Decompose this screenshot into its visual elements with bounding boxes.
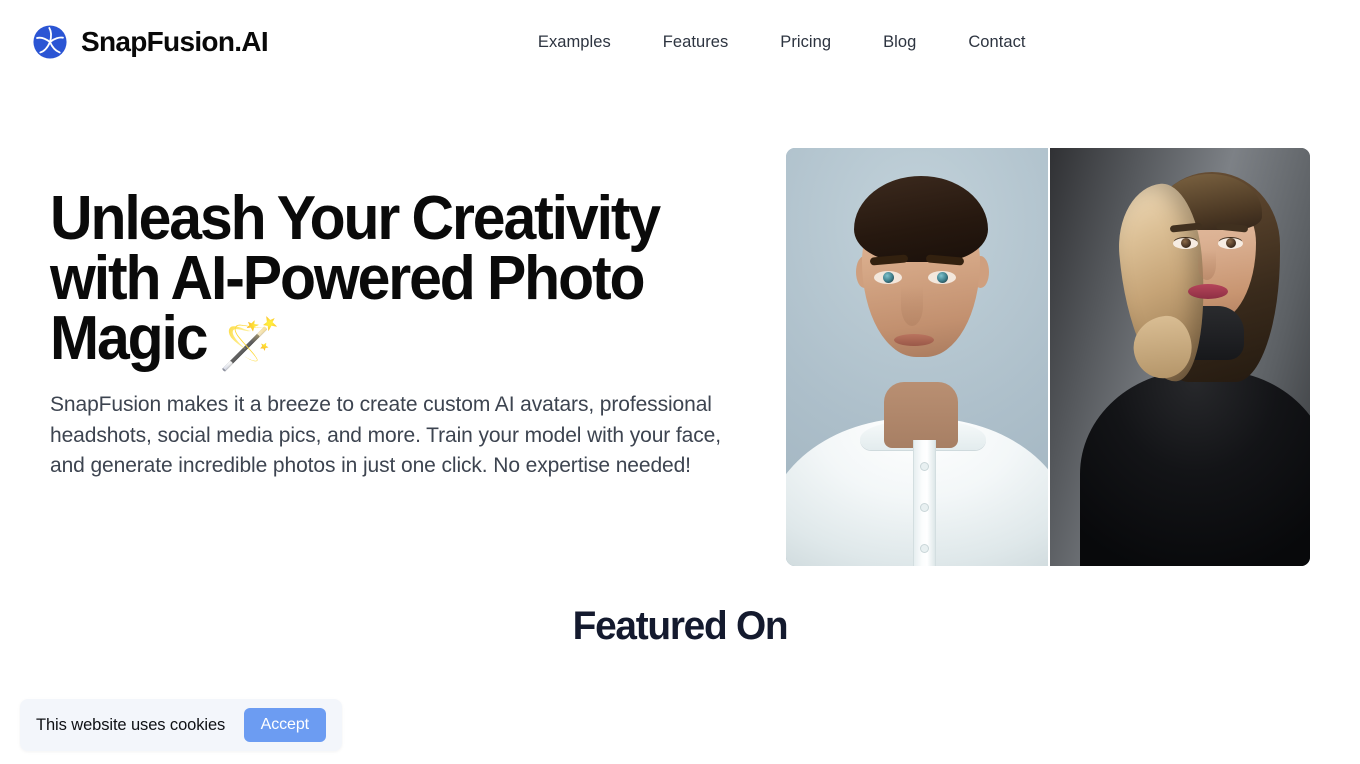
- nav-link-blog[interactable]: Blog: [883, 33, 916, 52]
- brand-logo-link[interactable]: SnapFusion.AI: [32, 24, 269, 60]
- portrait-left: [786, 148, 1048, 566]
- nav-link-examples[interactable]: Examples: [538, 33, 611, 52]
- hero-copy: Unleash Your Creativity with AI-Powered …: [50, 188, 740, 482]
- featured-section: Featured On: [0, 604, 1360, 649]
- hero-title-line-3: Magic: [50, 304, 209, 373]
- magic-wand-icon: 🪄: [218, 316, 281, 372]
- hero-title-line-2: with AI-Powered Photo: [50, 244, 645, 313]
- portrait-right: [1048, 148, 1310, 566]
- cookie-banner: This website uses cookies Accept: [20, 699, 342, 751]
- cookie-accept-button[interactable]: Accept: [243, 708, 326, 742]
- nav-link-features[interactable]: Features: [663, 33, 729, 52]
- main-nav: Examples Features Pricing Blog Contact: [538, 33, 1026, 52]
- hero-subtitle: SnapFusion makes it a breeze to create c…: [50, 393, 721, 477]
- brand-name: SnapFusion.AI: [81, 26, 269, 57]
- page-title: Unleash Your Creativity with AI-Powered …: [50, 188, 706, 374]
- nav-link-pricing[interactable]: Pricing: [780, 33, 831, 52]
- site-header: SnapFusion.AI Examples Features Pricing …: [0, 0, 1360, 84]
- nav-link-contact[interactable]: Contact: [968, 33, 1025, 52]
- hero-image-divider: [1048, 148, 1050, 566]
- cookie-banner-message: This website uses cookies: [36, 715, 226, 734]
- featured-title: Featured On: [572, 604, 789, 648]
- camera-aperture-icon: [32, 24, 68, 60]
- hero-image: [786, 148, 1310, 566]
- hero-section: Unleash Your Creativity with AI-Powered …: [0, 84, 1360, 604]
- hero-title-line-1: Unleash Your Creativity: [50, 184, 661, 253]
